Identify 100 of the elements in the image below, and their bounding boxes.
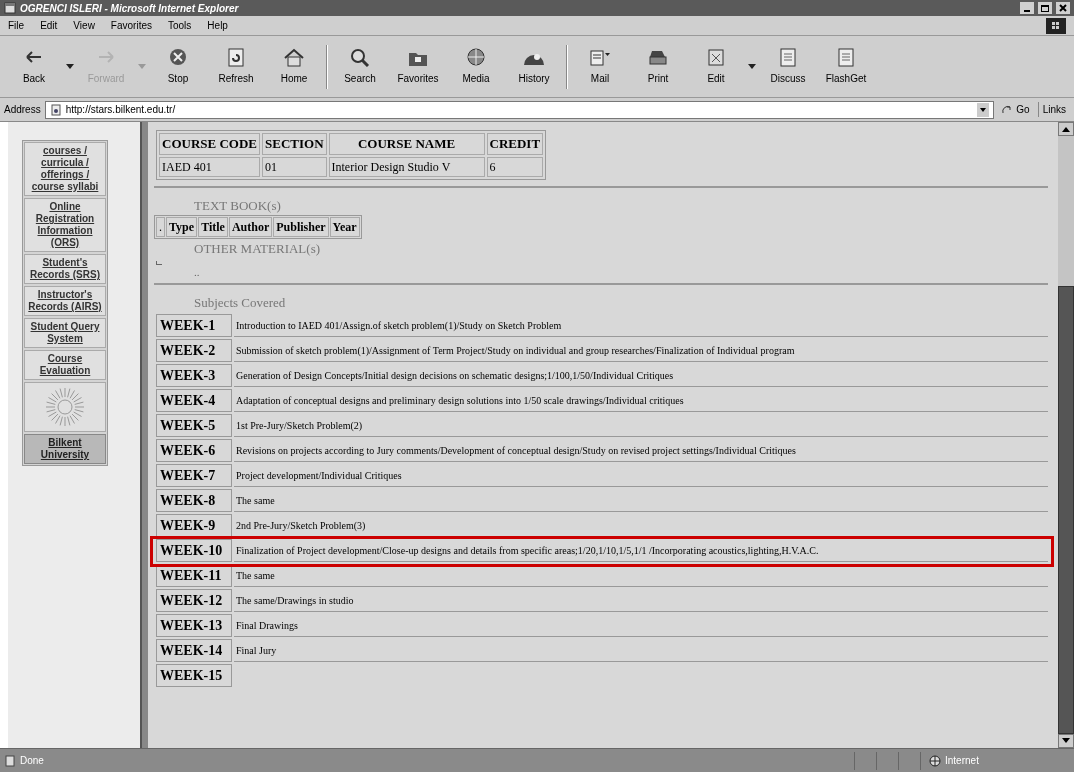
- caret-icon[interactable]: [748, 63, 756, 70]
- globe-icon: [465, 47, 487, 67]
- column-header: Publisher: [273, 217, 329, 237]
- week-cell: WEEK-14: [156, 639, 232, 662]
- close-button[interactable]: [1056, 2, 1070, 14]
- toolbar-button[interactable]: Back: [8, 39, 60, 94]
- table-cell: Interior Design Studio V: [328, 156, 485, 177]
- table-cell: 6: [486, 156, 544, 177]
- status-text: Done: [20, 754, 44, 768]
- section-heading: Subjects Covered: [193, 293, 287, 312]
- section-heading: TEXT BOOK(s): [193, 196, 282, 215]
- toolbar-button[interactable]: Media: [450, 39, 502, 94]
- zone-text: Internet: [945, 754, 979, 768]
- browser-icon: [4, 2, 16, 14]
- links-button[interactable]: Links: [1037, 102, 1070, 117]
- refresh-icon: [225, 47, 247, 67]
- week-cell: WEEK-13: [156, 614, 232, 637]
- column-header: Year: [329, 217, 360, 237]
- table-cell: Final Jury: [234, 639, 1048, 662]
- scroll-down-icon[interactable]: [1062, 738, 1070, 744]
- menu-item[interactable]: File: [8, 18, 25, 33]
- page-icon: [835, 47, 857, 67]
- edit-icon: [705, 47, 727, 67]
- nav-link[interactable]: courses / curricula / offerings / course syllabi: [24, 142, 106, 196]
- week-cell: WEEK-7: [156, 464, 232, 487]
- caret-icon[interactable]: [66, 63, 74, 70]
- table-cell: 2nd Pre-Jury/Sketch Problem(3): [234, 514, 1048, 537]
- nav-link[interactable]: Student Query System: [24, 318, 106, 348]
- week-cell: WEEK-4: [156, 389, 232, 412]
- table-cell: Project development/Individual Critiques: [234, 464, 1048, 487]
- maximize-button[interactable]: [1038, 2, 1052, 14]
- page-icon: [777, 47, 799, 67]
- menu-item[interactable]: Edit: [40, 18, 58, 33]
- table-cell: Submission of sketch problem(1)/Assignment of Term Project/Study on individual and group researches/Finalization of Individual program: [234, 339, 1048, 362]
- column-header: Type: [166, 217, 198, 237]
- toolbar-button[interactable]: Discuss: [762, 39, 814, 94]
- toolbar-button[interactable]: FlashGet: [820, 39, 872, 94]
- mail-icon: [589, 47, 611, 67]
- column-header: CREDIT: [486, 133, 544, 155]
- toolbar-button[interactable]: Print: [632, 39, 684, 94]
- go-arrow-icon: [1002, 104, 1013, 115]
- column-header: Title: [198, 217, 228, 237]
- nav-link[interactable]: Instructor's Records (AIRS): [24, 286, 106, 316]
- column-header: .: [156, 217, 165, 237]
- home-icon: [283, 47, 305, 67]
- table-cell: Final Drawings: [234, 614, 1048, 637]
- toolbar-button[interactable]: Edit: [690, 39, 742, 94]
- material-text: ..: [193, 264, 201, 279]
- page-icon: [49, 103, 62, 116]
- toolbar-button[interactable]: Search: [334, 39, 386, 94]
- toolbar-button[interactable]: Refresh: [210, 39, 262, 94]
- week-cell: WEEK-5: [156, 414, 232, 437]
- menu-item[interactable]: View: [73, 18, 95, 33]
- table-cell: Introduction to IAED 401/Assign.of sketch problem(1)/Study on Sketch Problem: [234, 314, 1048, 337]
- scroll-up-icon[interactable]: [1062, 126, 1070, 132]
- section-heading: OTHER MATERIAL(s): [193, 240, 321, 258]
- page-icon: [4, 754, 16, 767]
- sun-logo-icon: [45, 387, 85, 427]
- toolbar-button[interactable]: Favorites: [392, 39, 444, 94]
- week-cell: WEEK-10: [156, 539, 232, 562]
- week-cell: WEEK-11: [156, 564, 232, 587]
- nav-link[interactable]: Student's Records (SRS): [24, 254, 106, 284]
- table-cell: Adaptation of conceptual designs and preliminary design solutions into 1/50 scale drawings/Individual critiques: [234, 389, 1048, 412]
- go-button[interactable]: Go: [998, 102, 1034, 117]
- table-cell: Generation of Design Concepts/Initial design decisions on schematic designs;1/100,1/50/Individual Critiques: [234, 364, 1048, 387]
- week-cell: WEEK-2: [156, 339, 232, 362]
- search-icon: [349, 47, 371, 67]
- week-cell: WEEK-3: [156, 364, 232, 387]
- column-header: SECTION: [262, 133, 327, 155]
- toolbar-button[interactable]: Stop: [152, 39, 204, 94]
- week-cell: WEEK-1: [156, 314, 232, 337]
- menu-item[interactable]: Tools: [168, 18, 192, 33]
- column-header: COURSE CODE: [159, 133, 260, 155]
- toolbar-button[interactable]: History: [508, 39, 560, 94]
- week-cell: WEEK-9: [156, 514, 232, 537]
- dropdown-icon[interactable]: [977, 102, 990, 117]
- table-cell: 1st Pre-Jury/Sketch Problem(2): [234, 414, 1048, 437]
- university-link[interactable]: Bilkent University: [24, 434, 106, 464]
- toolbar-button[interactable]: Home: [268, 39, 320, 94]
- minimize-button[interactable]: [1020, 2, 1034, 14]
- table-cell: The same: [234, 489, 1048, 512]
- week-cell: WEEK-6: [156, 439, 232, 462]
- menu-item[interactable]: Help: [207, 18, 228, 33]
- address-field[interactable]: http://stars.bilkent.edu.tr/: [44, 100, 995, 119]
- table-cell: The same/Drawings in studio: [234, 589, 1048, 612]
- week-cell: WEEK-8: [156, 489, 232, 512]
- stop-icon: [167, 47, 189, 67]
- toolbar-button[interactable]: Mail: [574, 39, 626, 94]
- week-cell: WEEK-15: [156, 664, 232, 687]
- table-cell: IAED 401: [159, 156, 260, 177]
- window-title: OGRENCI ISLERI - Microsoft Internet Explorer: [20, 1, 239, 16]
- nav-link[interactable]: Course Evaluation: [24, 350, 106, 380]
- table-cell: Finalization of Project development/Close-up designs and details from specific areas;1/20,1/10,1/5,1/1 /Incorporating acoustics,lighting,H.V.A.C.: [234, 539, 1048, 562]
- week-cell: WEEK-12: [156, 589, 232, 612]
- table-cell: Revisions on projects according to Jury comments/Development of conceptual design/Study on revised project settings/Individual Critiques: [234, 439, 1048, 462]
- column-header: Author: [228, 217, 273, 237]
- table-cell: 01: [262, 156, 327, 177]
- scrollbar[interactable]: [1058, 122, 1074, 748]
- nav-link[interactable]: Online Registration Information (ORS): [24, 198, 106, 252]
- menu-item[interactable]: Favorites: [110, 18, 152, 33]
